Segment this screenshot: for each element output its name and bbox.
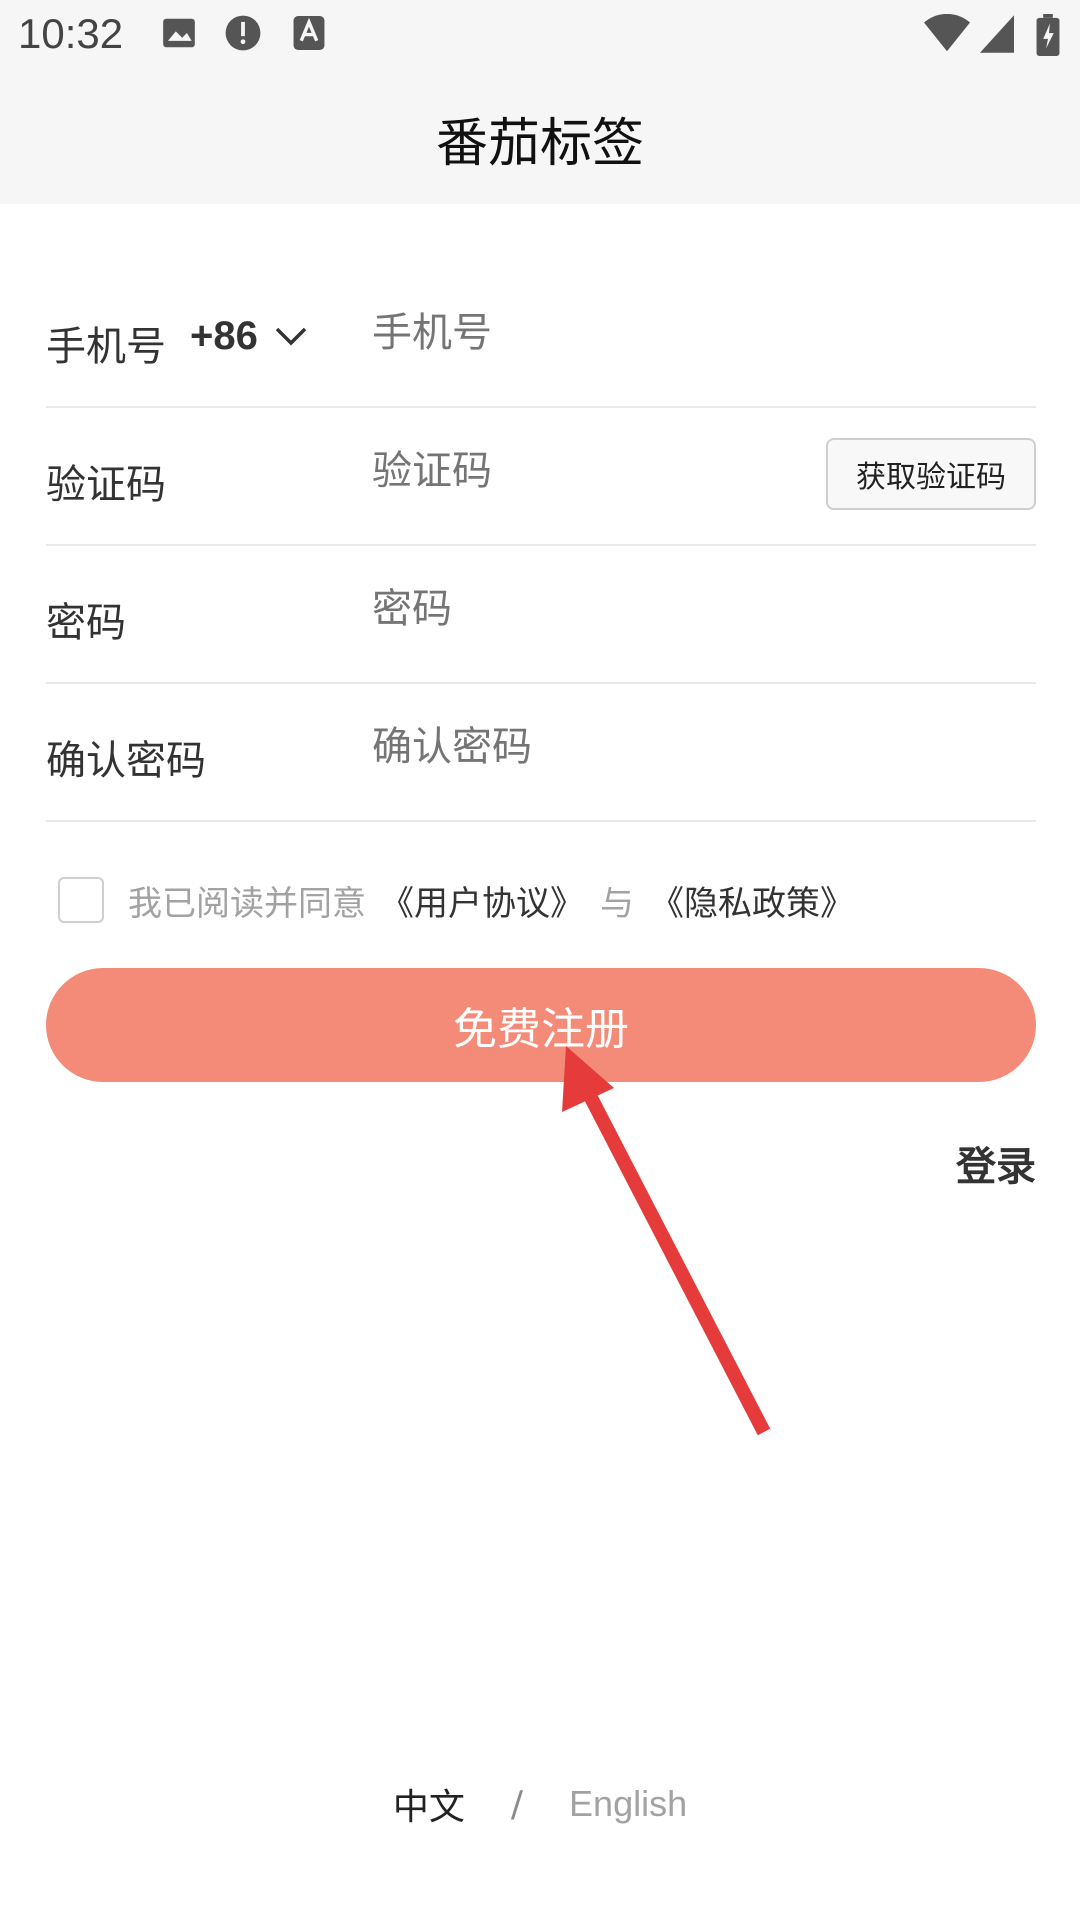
- password-label: 密码: [46, 600, 126, 646]
- privacy-policy-link[interactable]: 《隐私政策》: [650, 876, 854, 925]
- code-label: 验证码: [46, 462, 166, 508]
- code-input[interactable]: [372, 448, 832, 494]
- agreement-checkbox[interactable]: [58, 877, 104, 923]
- alert-icon: [224, 14, 262, 56]
- status-time: 10:32: [18, 10, 124, 57]
- confirm-password-row: 确认密码: [46, 682, 1036, 822]
- confirm-password-label: 确认密码: [46, 738, 206, 784]
- password-row: 密码: [46, 544, 1036, 684]
- code-row: 验证码 获取验证码: [46, 406, 1036, 546]
- wifi-icon: [924, 13, 970, 58]
- confirm-password-input[interactable]: [372, 724, 832, 770]
- login-link[interactable]: 登录: [956, 1134, 1036, 1192]
- phone-label: 手机号: [46, 324, 166, 370]
- language-english[interactable]: English: [569, 1783, 687, 1825]
- agreement-prefix: 我已阅读并同意: [128, 883, 366, 924]
- agreement-and: 与: [600, 883, 634, 924]
- language-switch: 中文 / English: [0, 1778, 1080, 1830]
- phone-row: 手机号 +86: [46, 268, 1036, 408]
- register-button[interactable]: 免费注册: [46, 968, 1036, 1082]
- signal-icon: [980, 14, 1014, 58]
- password-input[interactable]: [372, 586, 832, 632]
- agreement-row: 我已阅读并同意 《用户协议》 与 《隐私政策》: [58, 876, 854, 924]
- phone-input[interactable]: [372, 310, 832, 356]
- user-agreement-link[interactable]: 《用户协议》: [380, 876, 584, 925]
- status-bar: 10:32: [0, 0, 1080, 72]
- battery-icon: [1036, 14, 1060, 60]
- app-header: 番茄标签: [0, 72, 1080, 204]
- get-code-button[interactable]: 获取验证码: [826, 438, 1036, 510]
- page-title: 番茄标签: [435, 113, 644, 174]
- language-chinese[interactable]: 中文: [393, 1778, 465, 1830]
- image-icon: [160, 14, 198, 56]
- text-a-icon: [292, 14, 326, 56]
- country-code: +86: [190, 314, 258, 358]
- chevron-down-icon: [274, 314, 308, 359]
- country-code-selector[interactable]: +86: [190, 314, 308, 359]
- language-separator: /: [510, 1783, 524, 1825]
